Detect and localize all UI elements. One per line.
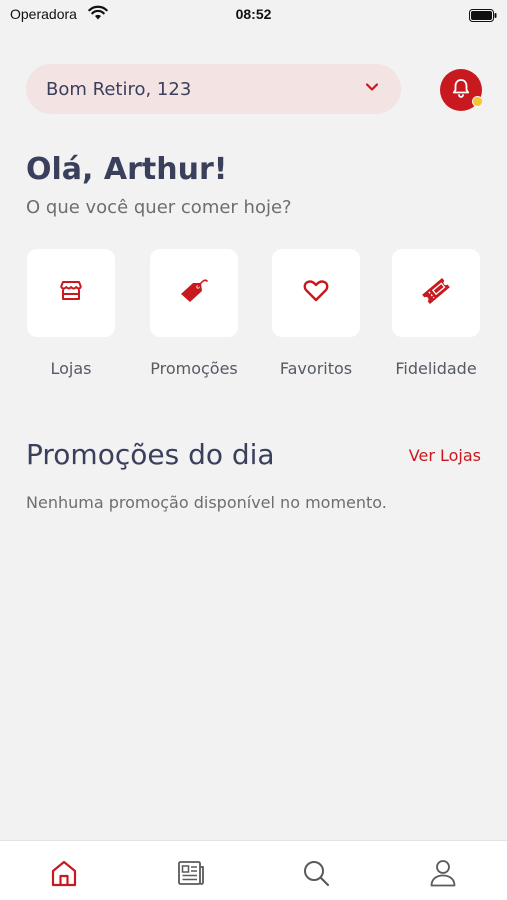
category-tile[interactable] xyxy=(392,249,480,337)
category-label: Favoritos xyxy=(279,359,353,378)
tab-bar xyxy=(0,840,507,900)
category-promocoes[interactable]: Promoções xyxy=(144,249,244,378)
news-icon xyxy=(176,858,206,892)
category-tile[interactable] xyxy=(150,249,238,337)
tab-news[interactable] xyxy=(175,859,207,891)
category-tile[interactable] xyxy=(272,249,360,337)
category-label: Fidelidade xyxy=(395,359,477,378)
category-tile[interactable] xyxy=(27,249,115,337)
heart-icon xyxy=(302,278,330,308)
category-fidelidade[interactable]: Fidelidade xyxy=(386,249,486,378)
store-icon xyxy=(58,278,84,308)
notifications-button[interactable] xyxy=(440,69,483,111)
profile-icon xyxy=(428,858,458,892)
home-icon xyxy=(49,858,79,892)
category-lojas[interactable]: Lojas xyxy=(21,249,121,378)
category-label: Promoções xyxy=(150,359,238,378)
tab-home[interactable] xyxy=(48,859,80,891)
tag-icon xyxy=(177,276,211,310)
tab-profile[interactable] xyxy=(427,859,459,891)
tab-search[interactable] xyxy=(300,859,332,891)
greeting-subtitle: O que você quer comer hoje? xyxy=(26,197,292,218)
status-bar: Operadora 08:52 xyxy=(0,0,507,30)
category-row: Lojas Promoções Favoritos Fidelidade xyxy=(0,249,507,389)
category-favoritos[interactable]: Favoritos xyxy=(266,249,366,378)
battery-icon xyxy=(469,7,497,26)
ticket-icon xyxy=(419,275,453,311)
chevron-down-icon xyxy=(363,78,381,100)
promotions-title: Promoções do dia xyxy=(26,438,275,471)
see-stores-link[interactable]: Ver Lojas xyxy=(409,446,481,465)
search-icon xyxy=(301,858,331,892)
status-time: 08:52 xyxy=(235,6,272,22)
promotions-empty-message: Nenhuma promoção disponível no momento. xyxy=(26,493,387,512)
bell-icon xyxy=(450,77,472,103)
address-label: Bom Retiro, 123 xyxy=(46,78,192,100)
category-label: Lojas xyxy=(50,359,92,378)
greeting-title: Olá, Arthur! xyxy=(26,152,228,187)
notification-badge xyxy=(472,96,483,107)
address-selector[interactable]: Bom Retiro, 123 xyxy=(26,64,401,114)
